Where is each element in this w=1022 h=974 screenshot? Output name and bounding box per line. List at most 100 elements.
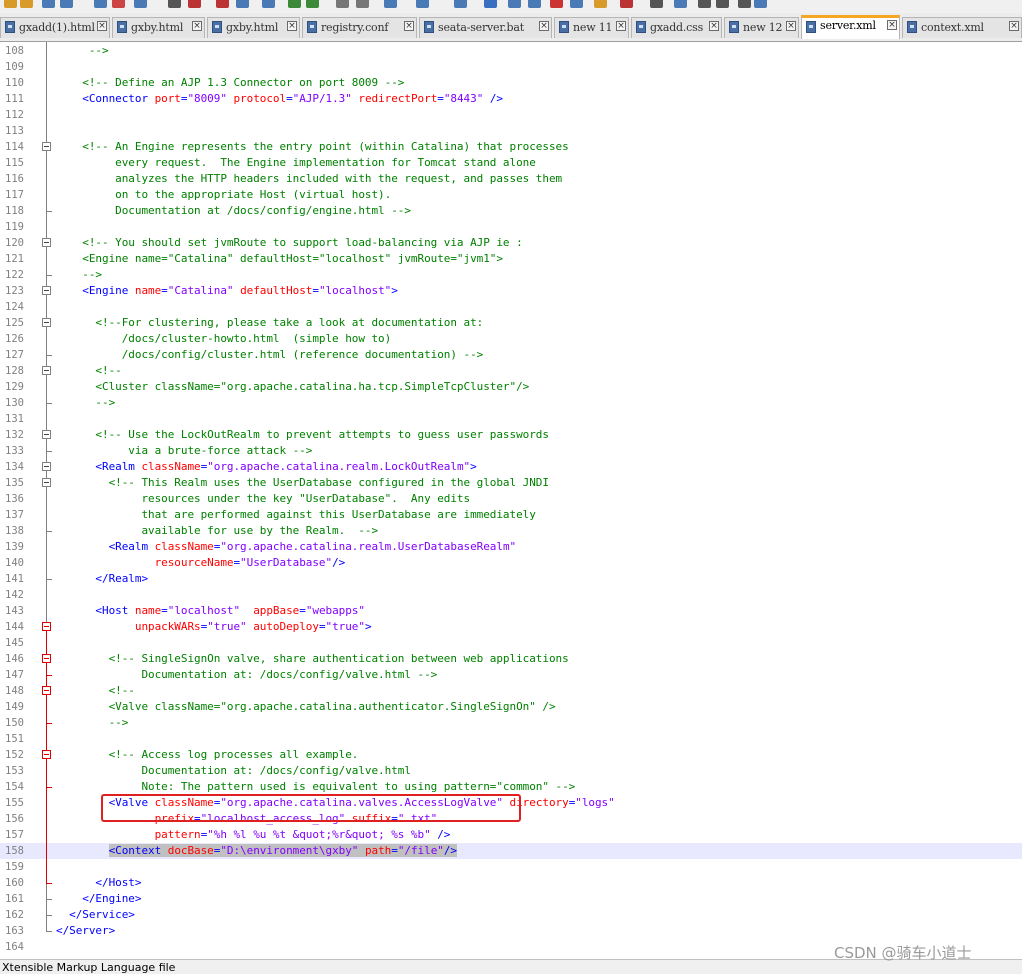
code-line-139[interactable]: 139 <Realm className="org.apache.catalin…: [0, 539, 1022, 555]
code-line-158[interactable]: 158 <Context docBase = "D:\environment\gxb…: [0, 843, 1022, 859]
tab-gxadd-css[interactable]: gxadd.css ×: [631, 17, 722, 38]
close-tab-icon[interactable]: ×: [539, 21, 549, 31]
fold-toggle-icon[interactable]: [42, 478, 51, 487]
code-line-121[interactable]: 121 <Engine name="Catalina" defaultHost=…: [0, 251, 1022, 267]
code-editor[interactable]: 108 --> 109 110 <!-- Define an AJP 1.3 Con…: [0, 42, 1022, 959]
code-line-152[interactable]: 152 <!-- Access log processes all exampl…: [0, 747, 1022, 763]
close-tab-icon[interactable]: ×: [404, 21, 414, 31]
code-line-137[interactable]: 137 that are performed against this User…: [0, 507, 1022, 523]
code-line-162[interactable]: 162 </Service>: [0, 907, 1022, 923]
code-line-131[interactable]: 131: [0, 411, 1022, 427]
code-line-147[interactable]: 147 Documentation at: /docs/config/valve…: [0, 667, 1022, 683]
tab-context-xml[interactable]: context.xml ×: [902, 17, 1022, 38]
fold-toggle-icon[interactable]: [42, 318, 51, 327]
toolbar-button-icon[interactable]: [188, 0, 201, 8]
tab-gxby-html[interactable]: gxby.html ×: [207, 17, 300, 38]
code-line-132[interactable]: 132 <!-- Use the LockOutRealm to prevent…: [0, 427, 1022, 443]
toolbar-button-icon[interactable]: [674, 0, 687, 8]
toolbar-button-icon[interactable]: [336, 0, 349, 8]
code-line-156[interactable]: 156 prefix="localhost_access_log" suffix…: [0, 811, 1022, 827]
close-tab-icon[interactable]: ×: [786, 21, 796, 31]
close-tab-icon[interactable]: ×: [192, 21, 202, 31]
tab-gxadd-1-html[interactable]: gxadd(1).html ×: [0, 17, 110, 38]
code-line-113[interactable]: 113: [0, 123, 1022, 139]
toolbar-button-icon[interactable]: [754, 0, 767, 8]
toolbar-button-icon[interactable]: [306, 0, 319, 8]
code-line-119[interactable]: 119: [0, 219, 1022, 235]
code-line-123[interactable]: 123 <Engine name="Catalina" defaultHost=…: [0, 283, 1022, 299]
fold-toggle-icon[interactable]: [42, 750, 51, 759]
code-line-111[interactable]: 111 <Connector port="8009" protocol="AJP…: [0, 91, 1022, 107]
code-line-144[interactable]: 144 unpackWARs="true" autoDeploy="true">: [0, 619, 1022, 635]
code-line-136[interactable]: 136 resources under the key "UserDatabas…: [0, 491, 1022, 507]
toolbar-button-icon[interactable]: [738, 0, 751, 8]
code-line-142[interactable]: 142: [0, 587, 1022, 603]
toolbar-button-icon[interactable]: [20, 0, 33, 8]
code-line-141[interactable]: 141 </Realm>: [0, 571, 1022, 587]
code-line-163[interactable]: 163 </Server>: [0, 923, 1022, 939]
code-line-128[interactable]: 128 <!--: [0, 363, 1022, 379]
code-line-120[interactable]: 120 <!-- You should set jvmRoute to supp…: [0, 235, 1022, 251]
code-line-150[interactable]: 150 -->: [0, 715, 1022, 731]
toolbar-button-icon[interactable]: [288, 0, 301, 8]
fold-toggle-icon[interactable]: [42, 142, 51, 151]
code-line-122[interactable]: 122 -->: [0, 267, 1022, 283]
code-line-114[interactable]: 114 <!-- An Engine represents the entry …: [0, 139, 1022, 155]
toolbar-button-icon[interactable]: [42, 0, 55, 8]
code-line-108[interactable]: 108 -->: [0, 43, 1022, 59]
code-line-159[interactable]: 159: [0, 859, 1022, 875]
code-line-110[interactable]: 110 <!-- Define an AJP 1.3 Connector on …: [0, 75, 1022, 91]
code-line-134[interactable]: 134 <Realm className="org.apache.catalin…: [0, 459, 1022, 475]
code-line-149[interactable]: 149 <Valve className="org.apache.catalin…: [0, 699, 1022, 715]
toolbar-button-icon[interactable]: [454, 0, 467, 8]
code-line-155[interactable]: 155 <Valve className="org.apache.catalin…: [0, 795, 1022, 811]
code-line-135[interactable]: 135 <!-- This Realm uses the UserDatabas…: [0, 475, 1022, 491]
toolbar-button-icon[interactable]: [570, 0, 583, 8]
close-tab-icon[interactable]: ×: [616, 21, 626, 31]
tab-registry-conf[interactable]: registry.conf ×: [302, 17, 417, 38]
toolbar-button-icon[interactable]: [112, 0, 125, 8]
close-tab-icon[interactable]: ×: [709, 21, 719, 31]
fold-toggle-icon[interactable]: [42, 462, 51, 471]
code-line-138[interactable]: 138 available for use by the Realm. -->: [0, 523, 1022, 539]
toolbar-button-icon[interactable]: [262, 0, 275, 8]
code-line-154[interactable]: 154 Note: The pattern used is equivalent…: [0, 779, 1022, 795]
code-line-112[interactable]: 112: [0, 107, 1022, 123]
code-line-126[interactable]: 126 /docs/cluster-howto.html (simple how…: [0, 331, 1022, 347]
fold-toggle-icon[interactable]: [42, 366, 51, 375]
toolbar-button-icon[interactable]: [650, 0, 663, 8]
code-line-153[interactable]: 153 Documentation at: /docs/config/valve…: [0, 763, 1022, 779]
toolbar-button-icon[interactable]: [384, 0, 397, 8]
toolbar-button-icon[interactable]: [528, 0, 541, 8]
fold-toggle-icon[interactable]: [42, 686, 51, 695]
code-line-143[interactable]: 143 <Host name="localhost" appBase="weba…: [0, 603, 1022, 619]
tab-server-xml[interactable]: server.xml ×: [801, 15, 900, 39]
close-tab-icon[interactable]: ×: [287, 21, 297, 31]
code-line-130[interactable]: 130 -->: [0, 395, 1022, 411]
toolbar-button-icon[interactable]: [550, 0, 563, 8]
code-line-146[interactable]: 146 <!-- SingleSignOn valve, share authe…: [0, 651, 1022, 667]
toolbar-button-icon[interactable]: [168, 0, 181, 8]
toolbar-button-icon[interactable]: [4, 0, 17, 8]
close-tab-icon[interactable]: ×: [1009, 21, 1019, 31]
code-line-160[interactable]: 160 </Host>: [0, 875, 1022, 891]
code-line-115[interactable]: 115 every request. The Engine implementa…: [0, 155, 1022, 171]
code-line-117[interactable]: 117 on to the appropriate Host (virtual …: [0, 187, 1022, 203]
fold-toggle-icon[interactable]: [42, 430, 51, 439]
toolbar-button-icon[interactable]: [356, 0, 369, 8]
close-tab-icon[interactable]: ×: [97, 21, 107, 31]
toolbar-button-icon[interactable]: [698, 0, 711, 8]
code-line-125[interactable]: 125 <!--For clustering, please take a lo…: [0, 315, 1022, 331]
toolbar-button-icon[interactable]: [94, 0, 107, 8]
close-tab-icon[interactable]: ×: [887, 20, 897, 30]
toolbar-button-icon[interactable]: [60, 0, 73, 8]
code-line-157[interactable]: 157 pattern="%h %l %u %t &quot;%r&quot; …: [0, 827, 1022, 843]
toolbar-button-icon[interactable]: [484, 0, 497, 8]
code-line-109[interactable]: 109: [0, 59, 1022, 75]
code-line-116[interactable]: 116 analyzes the HTTP headers included w…: [0, 171, 1022, 187]
toolbar-button-icon[interactable]: [416, 0, 429, 8]
tab-gxby-html[interactable]: gxby.html ×: [112, 17, 205, 38]
code-line-151[interactable]: 151: [0, 731, 1022, 747]
toolbar-button-icon[interactable]: [134, 0, 147, 8]
toolbar-button-icon[interactable]: [594, 0, 607, 8]
